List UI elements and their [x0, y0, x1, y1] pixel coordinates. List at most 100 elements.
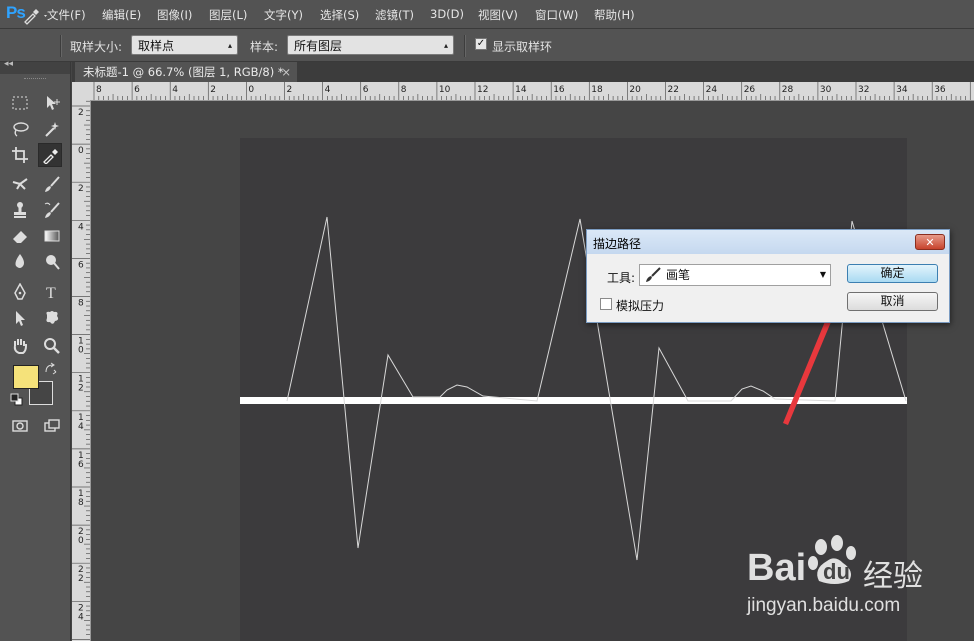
- menu-edit[interactable]: 编辑(E): [102, 7, 141, 23]
- simulate-pressure-checkbox[interactable]: [600, 298, 612, 310]
- ruler-v-label: 2: [78, 184, 84, 194]
- panel-grip[interactable]: [24, 78, 46, 81]
- eyedropper-tool[interactable]: [38, 143, 62, 167]
- show-ring-checkbox[interactable]: ✓: [475, 38, 487, 50]
- ruler-h-label: 4: [172, 85, 178, 95]
- ruler-h-label: 36: [934, 85, 946, 95]
- ruler-v-label: 2: [78, 574, 84, 584]
- ruler-h-label: 4: [325, 85, 331, 95]
- tool-preset-picker[interactable]: [20, 6, 50, 26]
- healing-brush-tool[interactable]: [8, 172, 32, 196]
- panel-collapse-bar[interactable]: ◂◂: [0, 59, 70, 74]
- crop-tool[interactable]: [8, 143, 32, 167]
- default-colors-icon[interactable]: [10, 393, 24, 407]
- ruler-h-label: 0: [248, 85, 254, 95]
- marquee-icon: [12, 96, 28, 110]
- magic-wand-tool[interactable]: [40, 117, 64, 141]
- clone-stamp-tool[interactable]: [8, 198, 32, 222]
- type-tool[interactable]: T: [40, 280, 64, 304]
- menu-select[interactable]: 选择(S): [320, 7, 359, 23]
- move-tool[interactable]: [40, 91, 64, 115]
- menu-file[interactable]: 文件(F): [47, 7, 86, 23]
- menu-layer[interactable]: 图层(L): [209, 7, 247, 23]
- brush-icon: [45, 176, 60, 192]
- tool-label: 工具:: [607, 271, 636, 285]
- hand-icon: [13, 339, 27, 354]
- history-brush-tool[interactable]: [40, 198, 64, 222]
- foreground-color-swatch[interactable]: [13, 365, 39, 389]
- path-selection-tool[interactable]: [8, 306, 32, 330]
- ruler-v-label: 8: [78, 498, 84, 508]
- ruler-h-label: 2: [210, 85, 216, 95]
- simulate-pressure-label: 模拟压力: [616, 299, 665, 313]
- crop-icon: [12, 147, 28, 163]
- ruler-h-label: 14: [515, 85, 527, 95]
- history-brush-icon: [44, 202, 60, 218]
- lasso-tool[interactable]: [8, 117, 32, 141]
- blur-icon: [15, 254, 24, 268]
- marquee-tool[interactable]: [8, 91, 32, 115]
- stamp-icon: [14, 202, 26, 218]
- chevron-down-icon: [44, 15, 47, 17]
- eraser-tool[interactable]: [8, 224, 32, 248]
- menu-bar: Ps 文件(F) 编辑(E) 图像(I) 图层(L) 文字(Y) 选择(S) 滤…: [0, 0, 974, 29]
- cancel-button[interactable]: 取消: [847, 292, 938, 311]
- ruler-h-label: 12: [477, 85, 488, 95]
- brush-tool[interactable]: [40, 172, 64, 196]
- vertical-ruler[interactable]: 202468101214161820222426: [72, 100, 91, 641]
- close-icon: ✕: [925, 236, 935, 249]
- options-divider: [60, 35, 62, 57]
- menu-image[interactable]: 图像(I): [157, 7, 192, 23]
- updown-arrow-icon: ▴: [227, 41, 232, 50]
- ruler-h-label: 32: [858, 85, 869, 95]
- ruler-h-label: 28: [782, 85, 794, 95]
- collapse-icon[interactable]: ◂◂: [4, 59, 13, 69]
- sample-size-value: 取样点: [138, 39, 175, 53]
- magic-wand-icon: [45, 122, 59, 137]
- menu-3d[interactable]: 3D(D): [430, 7, 464, 21]
- eyedropper-icon: [43, 149, 58, 164]
- watermark-brand-left: Bai: [747, 547, 807, 589]
- stroke-path-dialog: 描边路径 ✕ 工具: 画笔 ▼ 模拟压力 确定 取消: [586, 229, 950, 323]
- shape-icon: [46, 311, 59, 324]
- sample-value: 所有图层: [294, 39, 343, 53]
- watermark-brand-cn: 经验: [863, 559, 923, 594]
- ok-button[interactable]: 确定: [847, 264, 938, 283]
- screen-mode-button[interactable]: [40, 414, 64, 438]
- menu-type[interactable]: 文字(Y): [264, 7, 303, 23]
- document-tab[interactable]: 未标题-1 @ 66.7% (图层 1, RGB/8) * ×: [75, 62, 297, 82]
- quick-mask-button[interactable]: [8, 414, 32, 438]
- ruler-origin[interactable]: [72, 82, 91, 101]
- gradient-tool[interactable]: [40, 224, 64, 248]
- dialog-titlebar[interactable]: 描边路径: [587, 230, 949, 254]
- ruler-v-label: 4: [78, 612, 84, 622]
- dialog-close-button[interactable]: ✕: [915, 234, 945, 250]
- menu-view[interactable]: 视图(V): [478, 7, 518, 23]
- menu-help[interactable]: 帮助(H): [594, 7, 635, 23]
- ruler-h-label: 10: [439, 85, 451, 95]
- ruler-h-label: 26: [744, 85, 756, 95]
- sample-size-select[interactable]: 取样点 ▴: [131, 35, 238, 55]
- ruler-h-label: 6: [363, 85, 369, 95]
- sample-select[interactable]: 所有图层 ▴: [287, 35, 454, 55]
- hand-tool[interactable]: [8, 334, 32, 358]
- swap-colors-icon[interactable]: [44, 362, 58, 376]
- custom-shape-tool[interactable]: [40, 306, 64, 330]
- close-tab-icon[interactable]: ×: [281, 62, 291, 82]
- zoom-tool[interactable]: [40, 334, 64, 358]
- type-icon: T: [46, 285, 56, 301]
- menu-filter[interactable]: 滤镜(T): [375, 7, 414, 23]
- pen-tool[interactable]: [8, 280, 32, 304]
- options-divider: [464, 35, 466, 57]
- watermark-url: jingyan.baidu.com: [747, 595, 901, 616]
- blur-tool[interactable]: [8, 250, 32, 274]
- horizontal-ruler[interactable]: 8 6 4 2 0 2 4 6 8 10 12 14 16 18 20 22 24 26 28 30 32 34 36: [90, 82, 974, 101]
- tool-select[interactable]: 画笔 ▼: [639, 264, 831, 286]
- ruler-v-label: 0: [78, 346, 84, 356]
- ruler-h-label: 8: [96, 85, 102, 95]
- chevron-down-icon: ▼: [819, 270, 826, 279]
- ruler-h-label: 30: [820, 85, 832, 95]
- pen-icon: [14, 283, 26, 300]
- dodge-tool[interactable]: [40, 250, 64, 274]
- menu-window[interactable]: 窗口(W): [535, 7, 578, 23]
